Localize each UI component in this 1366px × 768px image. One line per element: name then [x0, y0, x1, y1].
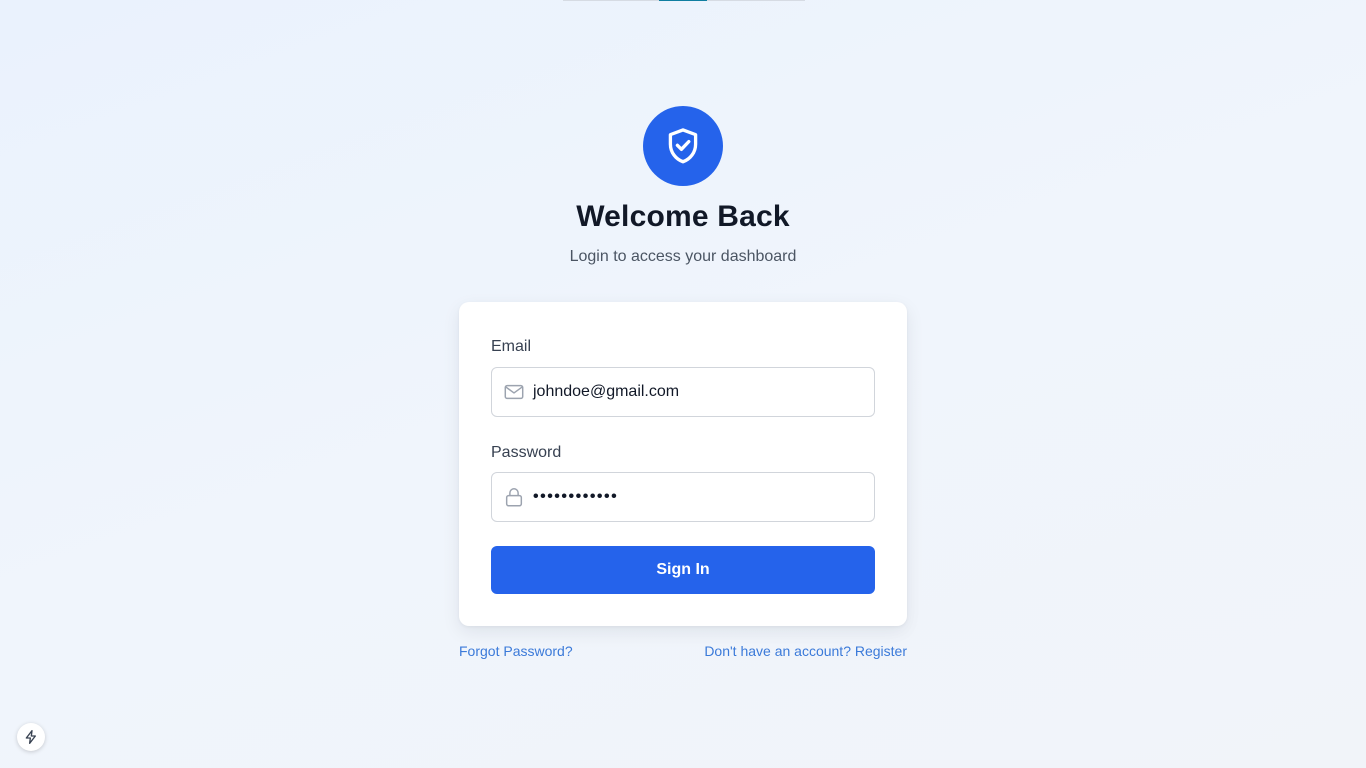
sign-in-button[interactable]: Sign In [491, 546, 875, 594]
email-label: Email [491, 338, 532, 355]
page-title: Welcome Back [576, 200, 790, 233]
forgot-password-link[interactable]: Forgot Password? [459, 643, 573, 659]
password-label: Password [491, 444, 562, 461]
top-progress-fill [659, 0, 707, 1]
register-link[interactable]: Don't have an account? Register [704, 643, 907, 659]
lightning-bolt-icon [25, 730, 36, 744]
logo-badge [643, 106, 723, 186]
lock-icon [503, 486, 525, 508]
email-value: johndoe@gmail.com [533, 383, 680, 400]
page-subtitle: Login to access your dashboard [569, 248, 797, 265]
email-field[interactable]: johndoe@gmail.com [491, 367, 875, 417]
login-card: Email johndoe@gmail.com Password •••••••… [459, 302, 907, 626]
password-field[interactable]: •••••••••••• [491, 472, 875, 522]
mail-icon [503, 381, 525, 403]
top-progress-bar [563, 0, 805, 1]
dev-tools-button[interactable] [17, 723, 45, 751]
shield-check-icon [668, 128, 698, 164]
password-value: •••••••••••• [533, 488, 619, 505]
